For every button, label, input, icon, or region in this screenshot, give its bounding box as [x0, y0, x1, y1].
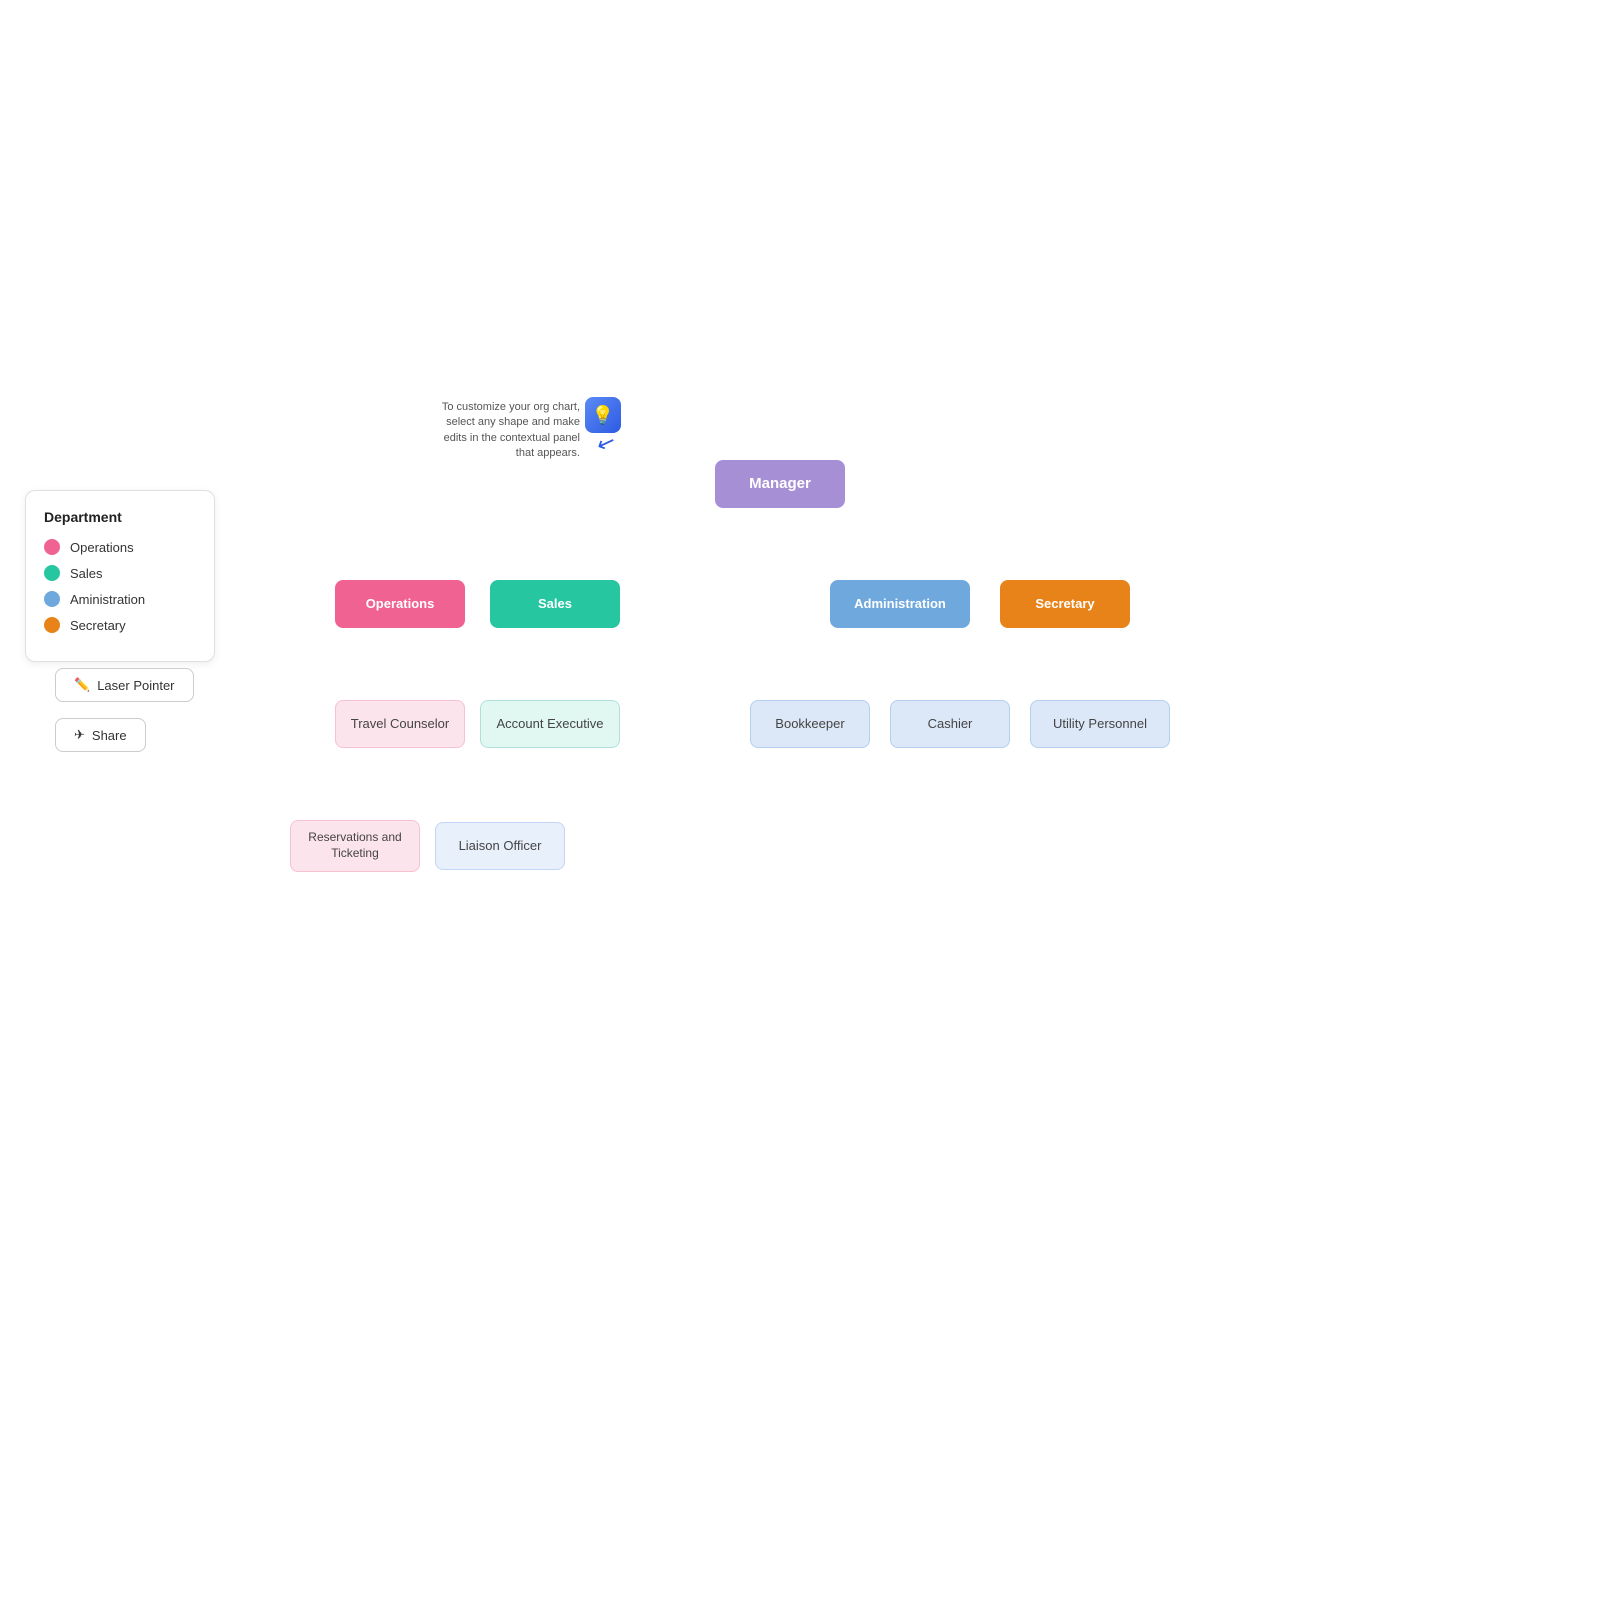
reservations-ticketing-node[interactable]: Reservations and Ticketing: [290, 820, 420, 872]
legend-label-operations: Operations: [70, 540, 134, 555]
legend-item-operations: Operations: [44, 539, 192, 555]
legend-label-administration: Aministration: [70, 592, 145, 607]
operations-node[interactable]: Operations: [335, 580, 465, 628]
sales-node[interactable]: Sales: [490, 580, 620, 628]
liaison-officer-node[interactable]: Liaison Officer: [435, 822, 565, 870]
administration-node[interactable]: Administration: [830, 580, 970, 628]
travel-counselor-node[interactable]: Travel Counselor: [335, 700, 465, 748]
laser-pointer-label: Laser Pointer: [97, 678, 174, 693]
operations-dot: [44, 539, 60, 555]
administration-dot: [44, 591, 60, 607]
cashier-node[interactable]: Cashier: [890, 700, 1010, 748]
secretary-node[interactable]: Secretary: [1000, 580, 1130, 628]
legend-title: Department: [44, 509, 192, 525]
legend-panel: Department Operations Sales Aministratio…: [25, 490, 215, 662]
account-executive-node[interactable]: Account Executive: [480, 700, 620, 748]
share-button[interactable]: ✈ Share: [55, 718, 146, 752]
legend-item-administration: Aministration: [44, 591, 192, 607]
laser-pointer-button[interactable]: ✏️ Laser Pointer: [55, 668, 194, 702]
tooltip-text: To customize your org chart, select any …: [440, 400, 580, 462]
manager-node[interactable]: Manager: [715, 460, 845, 508]
legend-item-secretary: Secretary: [44, 617, 192, 633]
legend-item-sales: Sales: [44, 565, 192, 581]
legend-label-sales: Sales: [70, 566, 103, 581]
share-label: Share: [92, 728, 127, 743]
secretary-dot: [44, 617, 60, 633]
legend-label-secretary: Secretary: [70, 618, 126, 633]
bookkeeper-node[interactable]: Bookkeeper: [750, 700, 870, 748]
utility-personnel-node[interactable]: Utility Personnel: [1030, 700, 1170, 748]
laser-icon: ✏️: [74, 677, 90, 693]
sales-dot: [44, 565, 60, 581]
share-icon: ✈: [74, 727, 85, 743]
